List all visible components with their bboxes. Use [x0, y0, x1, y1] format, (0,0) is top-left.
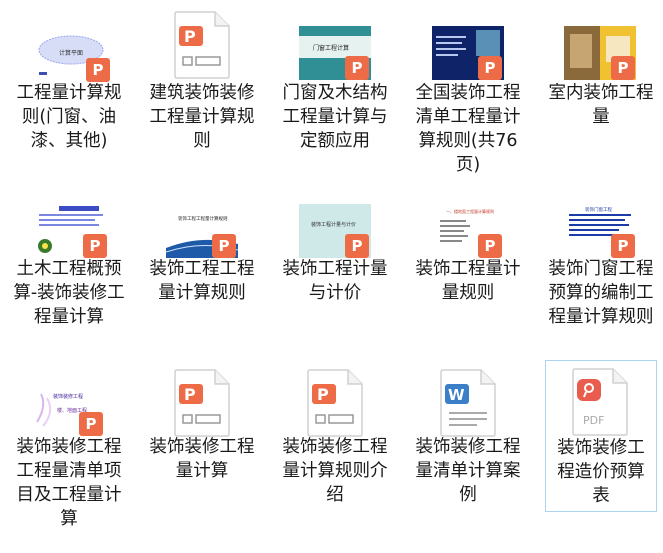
ppt-badge-icon: P	[86, 58, 110, 82]
ppt-badge-icon: P	[79, 412, 103, 436]
thumb-text: 门窗工程计算	[313, 44, 349, 52]
file-label: 建筑装饰装修工程量计算规则	[149, 83, 255, 151]
thumb-text: 装饰工程计量与计价	[311, 221, 356, 228]
presentation-file-icon: P	[174, 369, 230, 437]
svg-text:P: P	[184, 27, 196, 46]
thumb-text: 装饰装修工程	[53, 393, 83, 400]
file-label: 装饰工程计量与计价	[282, 259, 388, 303]
file-label: 装饰工程量计量规则	[415, 259, 521, 303]
file-item[interactable]: 计算平面 P 工程量计算规则(门窗、油漆、其他)	[3, 0, 135, 175]
presentation-file-icon: P	[174, 11, 230, 79]
pdf-text: PDF	[583, 414, 604, 427]
file-item[interactable]: W 装饰装修工程量清单计算案例	[402, 360, 534, 535]
ppt-badge-icon: P	[83, 234, 107, 258]
ppt-badge-icon: P	[611, 56, 635, 80]
presentation-file-icon: P	[307, 369, 363, 437]
ppt-badge-icon: P	[345, 234, 369, 258]
file-item-selected[interactable]: PDF 装饰装修工程造价预算表	[545, 360, 657, 512]
word-file-icon: W	[440, 369, 496, 437]
file-label: 门窗及木结构工程量计算与定额应用	[282, 83, 388, 151]
ppt-badge-icon: P	[478, 56, 502, 80]
file-item[interactable]: P 建筑装饰装修工程量计算规则	[136, 0, 268, 175]
thumb-text: 装饰门窗工程	[585, 206, 612, 213]
file-item[interactable]: 装饰工程工程量计算规则 P 装饰工程工程量计算规则	[136, 180, 268, 355]
file-label: 装饰装修工程量计算	[149, 437, 255, 481]
file-label: 装饰工程工程量计算规则	[149, 259, 255, 303]
file-label: 装饰装修工程造价预算表	[557, 438, 645, 506]
ppt-badge-icon: P	[611, 234, 635, 258]
file-item[interactable]: 装饰工程计量与计价 P 装饰工程计量与计价	[269, 180, 401, 355]
svg-text:W: W	[448, 386, 465, 404]
svg-text:P: P	[317, 385, 329, 404]
file-item[interactable]: P 土木工程概预算-装饰装修工程量计算	[3, 180, 135, 355]
ppt-badge-icon: P	[345, 56, 369, 80]
file-item[interactable]: 装饰门窗工程 P 装饰门窗工程预算的编制工程量计算规则	[535, 180, 663, 355]
file-item[interactable]: 装饰装修工程 楼、地面工程 P 装饰装修工程工程量清单项目及工程量计算	[3, 360, 135, 535]
file-label: 装饰装修工程量清单计算案例	[415, 437, 521, 505]
file-label: 全国装饰工程清单工程量计算规则(共76页)	[415, 83, 521, 175]
file-item[interactable]: 门窗工程计算 P 门窗及木结构工程量计算与定额应用	[269, 0, 401, 175]
file-item[interactable]: P 装饰装修工程量计算	[136, 360, 268, 535]
ppt-badge-icon: P	[478, 234, 502, 258]
file-label: 土木工程概预算-装饰装修工程量计算	[13, 259, 125, 327]
ppt-badge-icon: P	[212, 234, 236, 258]
thumb-text: 计算平面	[59, 49, 83, 57]
file-grid: 计算平面 P 工程量计算规则(门窗、油漆、其他) P 建筑装饰装修工程量计算规则…	[0, 0, 663, 553]
file-label: 装饰装修工程工程量清单项目及工程量计算	[16, 437, 122, 529]
file-item[interactable]: 一、楼地面工程量计算规则 P 装饰工程量计量规则	[402, 180, 534, 355]
pdf-file-icon: PDF	[572, 368, 628, 436]
file-item[interactable]: P 室内装饰工程量	[535, 0, 663, 175]
file-item[interactable]: P 装饰装修工程量计算规则介绍	[269, 360, 401, 535]
file-label: 室内装饰工程量	[548, 83, 654, 127]
file-label: 装饰门窗工程预算的编制工程量计算规则	[548, 259, 654, 327]
file-item[interactable]: P 全国装饰工程清单工程量计算规则(共76页)	[402, 0, 534, 175]
thumb-text: 一、楼地面工程量计算规则	[446, 208, 494, 214]
thumb-text: 装饰工程工程量计算规则	[178, 215, 228, 222]
file-label: 装饰装修工程量计算规则介绍	[282, 437, 388, 505]
svg-text:P: P	[184, 385, 196, 404]
file-label: 工程量计算规则(门窗、油漆、其他)	[16, 83, 122, 151]
